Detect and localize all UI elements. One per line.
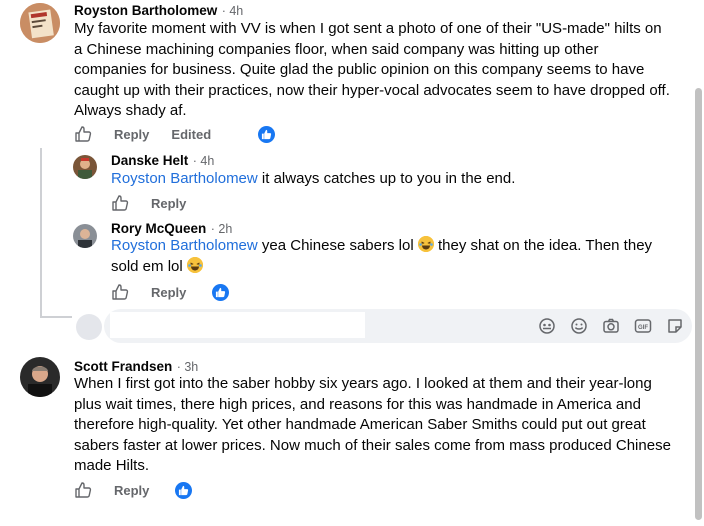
reply-button[interactable]: Reply bbox=[114, 483, 149, 498]
avatar[interactable] bbox=[20, 3, 60, 43]
camera-icon[interactable] bbox=[602, 317, 620, 335]
reply-actions: Reply bbox=[111, 283, 230, 301]
mention-link[interactable]: Royston Bartholomew bbox=[111, 237, 258, 254]
gif-icon[interactable]: GIF bbox=[634, 317, 652, 335]
like-icon[interactable] bbox=[74, 125, 92, 143]
sticker-icon[interactable] bbox=[666, 317, 684, 335]
like-icon[interactable] bbox=[111, 283, 129, 301]
reply-text: Royston Bartholomew yea Chinese sabers l… bbox=[111, 236, 671, 277]
composer-icon-bar: GIF bbox=[538, 317, 684, 335]
emoji-icon[interactable] bbox=[570, 317, 588, 335]
like-reaction-icon[interactable] bbox=[175, 481, 193, 499]
timestamp[interactable]: · 3h bbox=[177, 360, 199, 374]
comment-text: My favorite moment with VV is when I got… bbox=[74, 20, 670, 119]
author-name[interactable]: Danske Helt bbox=[111, 153, 188, 168]
timestamp[interactable]: · 4h bbox=[193, 154, 215, 168]
avatar[interactable] bbox=[73, 155, 97, 179]
comment-actions: Reply bbox=[74, 481, 193, 499]
reply-button[interactable]: Reply bbox=[151, 196, 186, 211]
svg-text:GIF: GIF bbox=[638, 325, 648, 331]
comment-header: Royston Bartholomew · 4h bbox=[74, 2, 243, 20]
scrollbar-thumb[interactable] bbox=[695, 88, 702, 520]
reply-header: Danske Helt · 4h bbox=[111, 152, 214, 170]
author-name[interactable]: Rory McQueen bbox=[111, 221, 206, 236]
avatar[interactable] bbox=[20, 357, 60, 397]
comment-text: When I first got into the saber hobby si… bbox=[74, 375, 671, 474]
laughing-emoji-icon bbox=[417, 236, 434, 252]
author-name[interactable]: Royston Bartholomew bbox=[74, 3, 217, 18]
like-icon[interactable] bbox=[111, 194, 129, 212]
composer-avatar bbox=[76, 314, 102, 340]
author-name[interactable]: Scott Frandsen bbox=[74, 359, 172, 374]
reply-content-a: yea Chinese sabers lol bbox=[257, 237, 418, 254]
reply-text: Royston Bartholomew it always catches up… bbox=[111, 169, 671, 190]
laughing-emoji-icon bbox=[186, 256, 203, 273]
like-reaction-icon[interactable] bbox=[212, 283, 230, 301]
avatar-sticker-icon[interactable] bbox=[538, 317, 556, 335]
comment-actions: Reply Edited bbox=[74, 125, 276, 143]
thread-line bbox=[40, 316, 72, 318]
mention-link[interactable]: Royston Bartholomew bbox=[111, 170, 258, 187]
reply-button[interactable]: Reply bbox=[151, 285, 186, 300]
like-reaction-icon[interactable] bbox=[258, 125, 276, 143]
reply-button[interactable]: Reply bbox=[114, 127, 149, 142]
timestamp[interactable]: · 2h bbox=[211, 222, 233, 236]
avatar[interactable] bbox=[73, 224, 97, 248]
composer-placeholder-area[interactable] bbox=[110, 312, 365, 338]
like-icon[interactable] bbox=[74, 481, 92, 499]
reply-content: it always catches up to you in the end. bbox=[257, 170, 516, 187]
timestamp[interactable]: · 4h bbox=[222, 4, 244, 18]
reply-actions: Reply bbox=[111, 194, 186, 212]
thread-line bbox=[40, 148, 42, 318]
edited-label[interactable]: Edited bbox=[171, 127, 211, 142]
